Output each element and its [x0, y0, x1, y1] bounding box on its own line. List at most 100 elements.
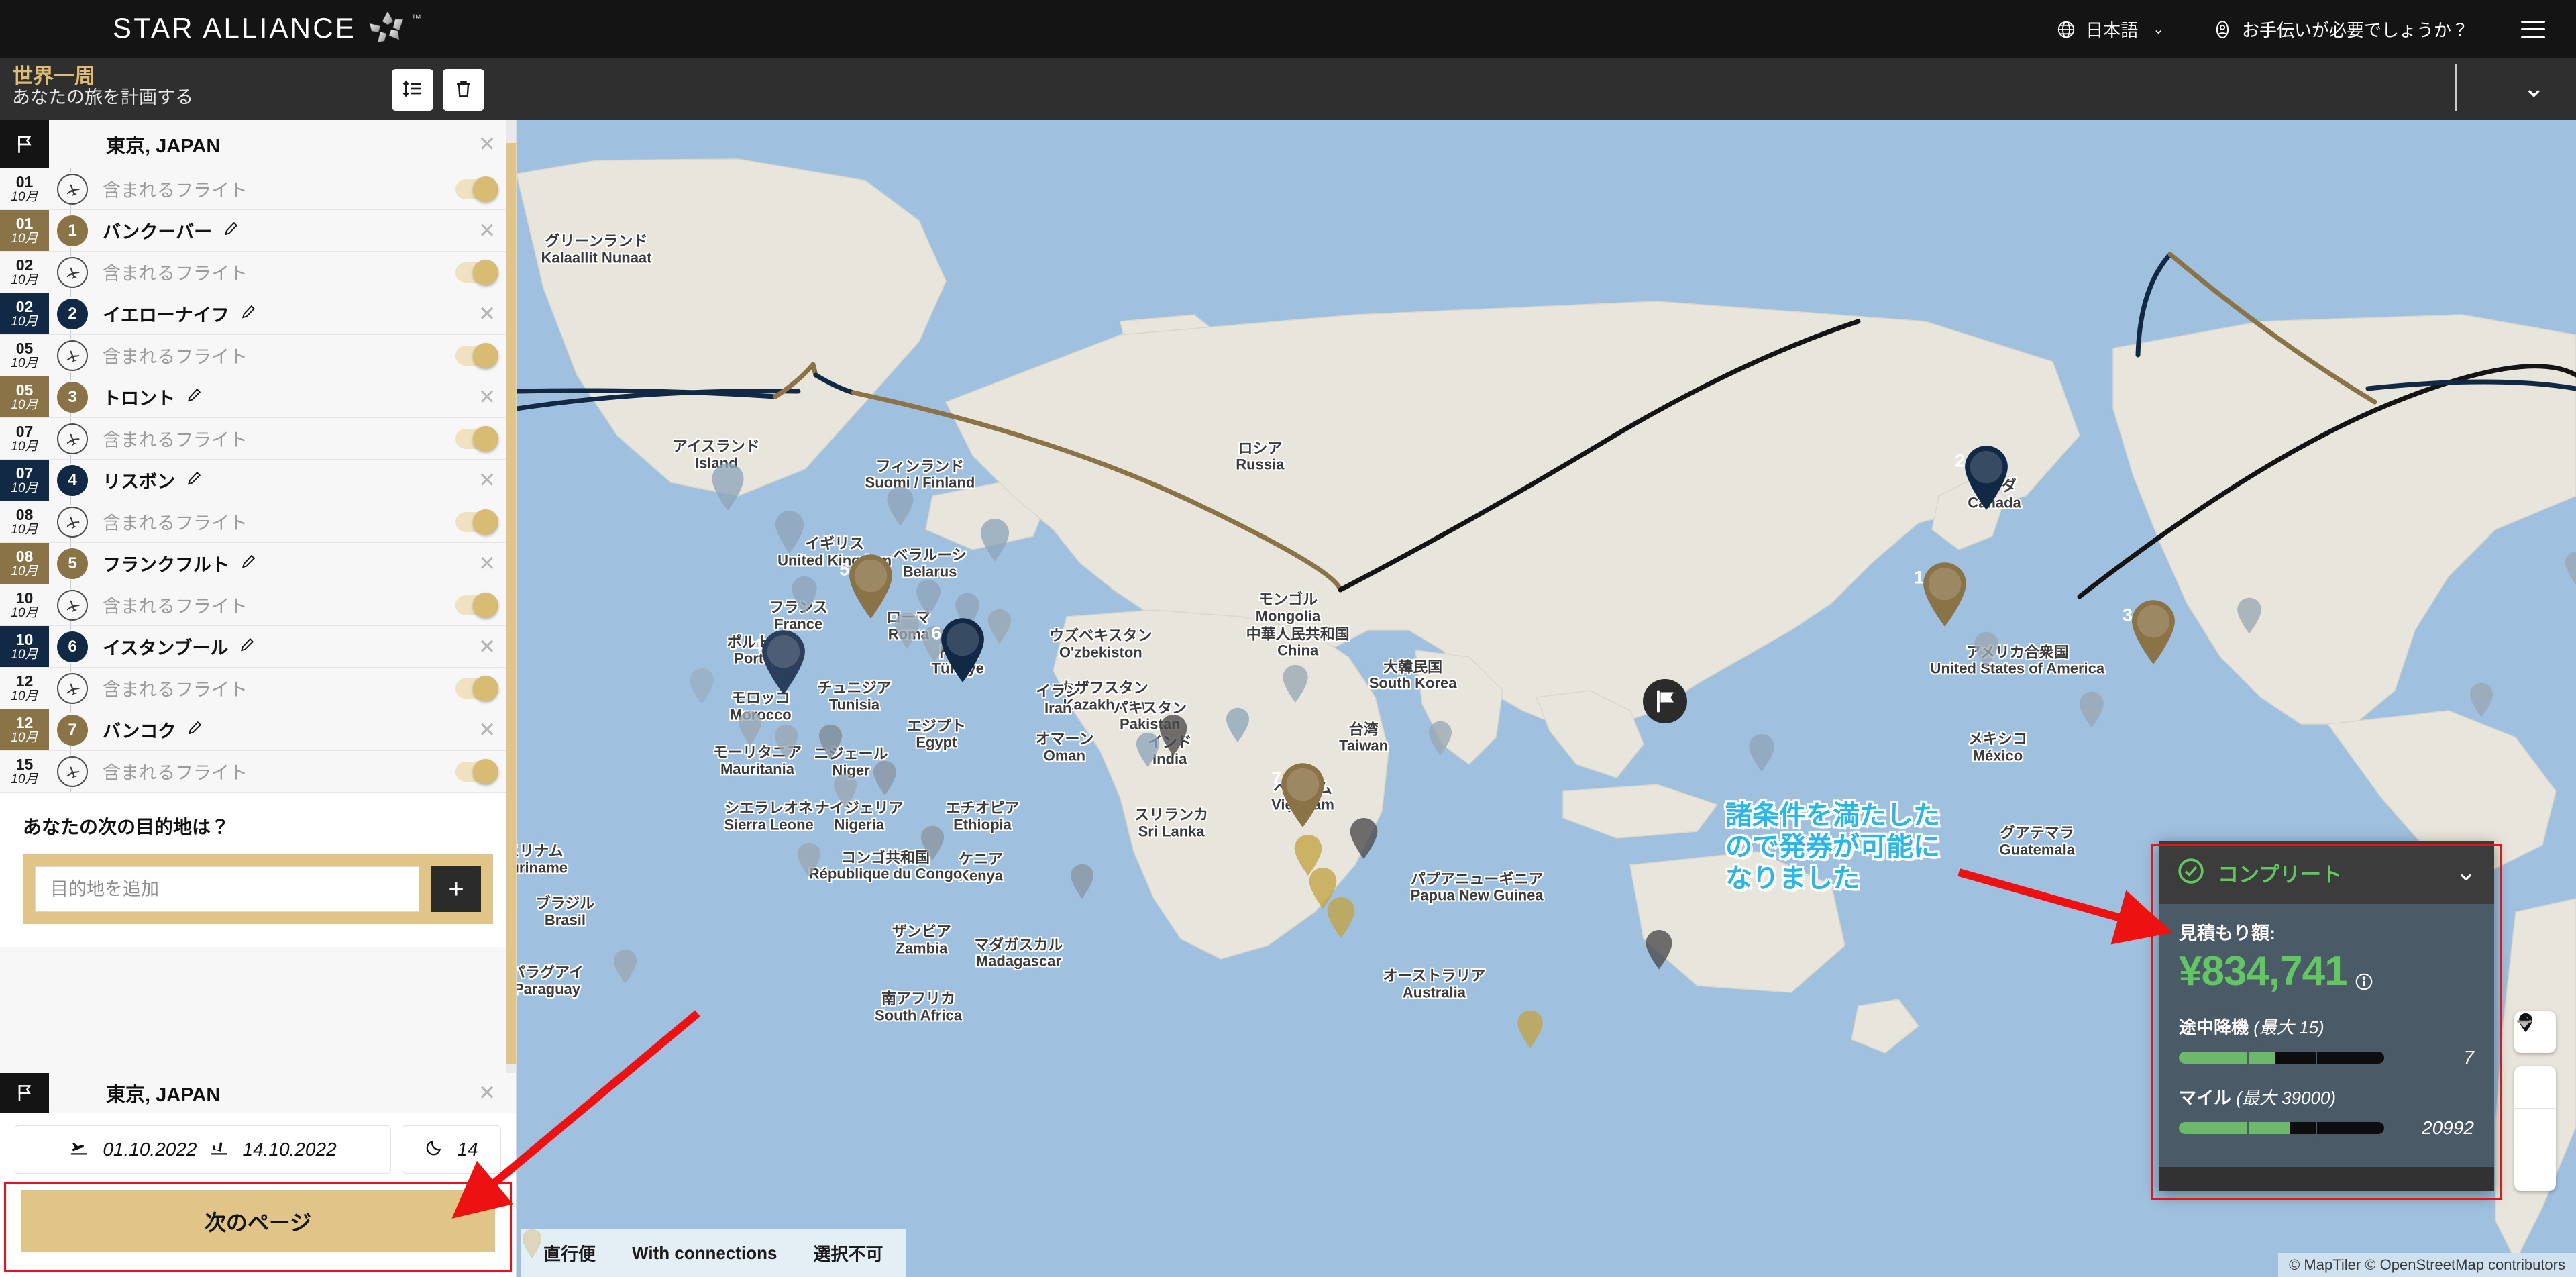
result-panel-header[interactable]: コンプリート ⌄ [2159, 841, 2494, 904]
pencil-icon[interactable] [240, 552, 258, 574]
stop-day: 02 [15, 298, 34, 316]
stop-day: 12 [15, 714, 34, 732]
add-destination-button[interactable]: + [431, 866, 481, 912]
pencil-icon[interactable] [239, 635, 256, 658]
itinerary-stop-row[interactable]: 10 10月 6 イスタンブール ✕ [0, 626, 516, 668]
pencil-icon[interactable] [240, 303, 258, 325]
stop-date: 07 10月 [0, 460, 49, 501]
legend-item: With connections [523, 1229, 777, 1264]
itinerary-flight-row[interactable]: 05 10月 含まれるフライト [0, 335, 516, 376]
estimate-price: ¥834,741 [2179, 948, 2348, 994]
stopovers-max-label: (最大 15) [2253, 1017, 2324, 1037]
flight-toggle[interactable] [455, 342, 498, 368]
itinerary-scroll-area[interactable]: 東京, JAPAN ✕ 01 10月 含まれるフライト 01 10月 1 バンクーバー ✕ 02… [0, 120, 516, 1073]
delete-trip-button[interactable] [443, 69, 484, 111]
takeoff-icon [69, 1137, 91, 1163]
itinerary-stop-row[interactable]: 07 10月 4 リスボン ✕ [0, 460, 516, 501]
trash-icon [452, 77, 475, 103]
pencil-icon[interactable] [186, 386, 203, 408]
airplane-icon [57, 589, 88, 621]
stop-month: 10月 [11, 397, 38, 412]
help-link[interactable]: お手伝いが必要でしょうか？ [2212, 17, 2469, 42]
itinerary-sidebar: 東京, JAPAN ✕ 01 10月 含まれるフライト 01 10月 1 バンクーバー ✕ 02… [0, 120, 517, 1277]
remove-final-destination-button[interactable]: ✕ [478, 1081, 496, 1105]
stop-name-row: バンコク [103, 717, 204, 743]
flight-month: 10月 [11, 772, 38, 786]
sidebar-scrollbar-thumb[interactable] [506, 143, 516, 1064]
miles-value: 20992 [2422, 1117, 2474, 1138]
remove-stop-button[interactable]: ✕ [478, 302, 496, 326]
info-icon[interactable] [2354, 954, 2374, 1002]
itinerary-stop-row[interactable]: 08 10月 5 フランクフルト ✕ [0, 543, 516, 584]
nights-pill[interactable]: 14 [402, 1125, 501, 1174]
remove-origin-button[interactable]: ✕ [478, 132, 496, 156]
language-selector[interactable]: 日本語 ⌄ [2056, 17, 2164, 42]
sort-button[interactable] [392, 69, 433, 111]
add-destination-row: + [23, 854, 493, 924]
remove-stop-button[interactable]: ✕ [478, 552, 496, 576]
star-alliance-logo[interactable]: STAR ALLIANCE ™ [113, 10, 421, 45]
stopovers-value: 7 [2463, 1047, 2474, 1068]
flight-toggle[interactable] [455, 592, 498, 618]
map-controls [2514, 1011, 2556, 1191]
flight-toggle[interactable] [455, 675, 498, 701]
pencil-icon[interactable] [223, 219, 240, 242]
legend-label: 選択不可 [813, 1243, 883, 1264]
pin-index-label: 1 [1913, 567, 1924, 588]
itinerary-flight-row[interactable]: 08 10月 含まれるフライト [0, 501, 516, 543]
chevron-down-icon[interactable]: ⌄ [2455, 860, 2477, 885]
trip-title-block: 世界一周 あなたの旅を計画する [0, 58, 517, 120]
itinerary-stop-row[interactable]: 01 10月 1 バンクーバー ✕ [0, 210, 516, 252]
itinerary-flight-row[interactable]: 07 10月 含まれるフライト [0, 418, 516, 460]
pin-index-label: 7 [1271, 768, 1282, 788]
flight-date: 10 10月 [0, 584, 49, 625]
remove-stop-button[interactable]: ✕ [478, 219, 496, 243]
airplane-icon [57, 173, 88, 205]
stop-name-row: トロント [103, 384, 203, 410]
flight-toggle[interactable] [455, 425, 498, 452]
remove-stop-button[interactable]: ✕ [478, 718, 496, 742]
flight-toggle[interactable] [455, 176, 498, 202]
flight-day: 07 [15, 423, 34, 441]
flight-toggle[interactable] [455, 509, 498, 535]
itinerary-flight-row[interactable]: 02 10月 含まれるフライト [0, 252, 516, 293]
flight-toggle[interactable] [455, 758, 498, 784]
tilt-button[interactable] [2514, 1015, 2556, 1191]
itinerary-flight-row[interactable]: 15 10月 含まれるフライト [0, 751, 516, 793]
app-root: STAR ALLIANCE ™ 日本語 ⌄ お手伝いが必要でしょうか？ 世界一周… [0, 0, 2576, 1277]
stop-day: 08 [15, 548, 34, 566]
itinerary-flight-row[interactable]: 12 10月 含まれるフライト [0, 668, 516, 709]
stop-day: 07 [15, 464, 34, 482]
itinerary-flight-row[interactable]: 10 10月 含まれるフライト [0, 584, 516, 626]
toolbar-collapse-button[interactable]: ⌄ [2522, 72, 2545, 103]
stop-name-row: リスボン [103, 467, 203, 493]
stop-month: 10月 [11, 647, 38, 662]
trip-dates-pill[interactable]: 01.10.2022 14.10.2022 [15, 1125, 391, 1174]
hamburger-menu-icon[interactable] [2521, 20, 2545, 38]
destination-input[interactable] [35, 866, 419, 912]
pencil-icon[interactable] [186, 719, 204, 741]
flight-label: 含まれるフライト [103, 513, 248, 533]
zoom-out-button[interactable] [2514, 1020, 2556, 1150]
origin-row[interactable]: 東京, JAPAN ✕ [0, 120, 516, 168]
final-destination-row[interactable]: 東京, JAPAN ✕ [0, 1072, 516, 1113]
itinerary-flight-row[interactable]: 01 10月 含まれるフライト [0, 168, 516, 210]
remove-stop-button[interactable]: ✕ [478, 468, 496, 493]
itinerary-stop-row[interactable]: 12 10月 7 バンコク ✕ [0, 709, 516, 751]
flight-month: 10月 [11, 272, 38, 287]
star-alliance-star-icon [366, 10, 410, 45]
stopovers-progress-bar [2179, 1052, 2384, 1064]
stop-month: 10月 [11, 480, 38, 495]
sidebar-footer: 東京, JAPAN ✕ 01.10.2022 14.10.2022 14 次のペ… [0, 1072, 516, 1277]
remove-stop-button[interactable]: ✕ [478, 385, 496, 409]
next-page-button[interactable]: 次のページ [21, 1190, 495, 1252]
remove-stop-button[interactable]: ✕ [478, 635, 496, 659]
legend-item: 直行便 [523, 1229, 596, 1266]
pencil-icon[interactable] [186, 469, 203, 491]
zoom-in-button[interactable] [2514, 1014, 2556, 1108]
stop-date: 01 10月 [0, 210, 49, 251]
flight-toggle[interactable] [455, 259, 498, 285]
itinerary-stop-row[interactable]: 05 10月 3 トロント ✕ [0, 376, 516, 418]
stopovers-progress-fill [2179, 1052, 2275, 1064]
itinerary-stop-row[interactable]: 02 10月 2 イエローナイフ ✕ [0, 293, 516, 335]
